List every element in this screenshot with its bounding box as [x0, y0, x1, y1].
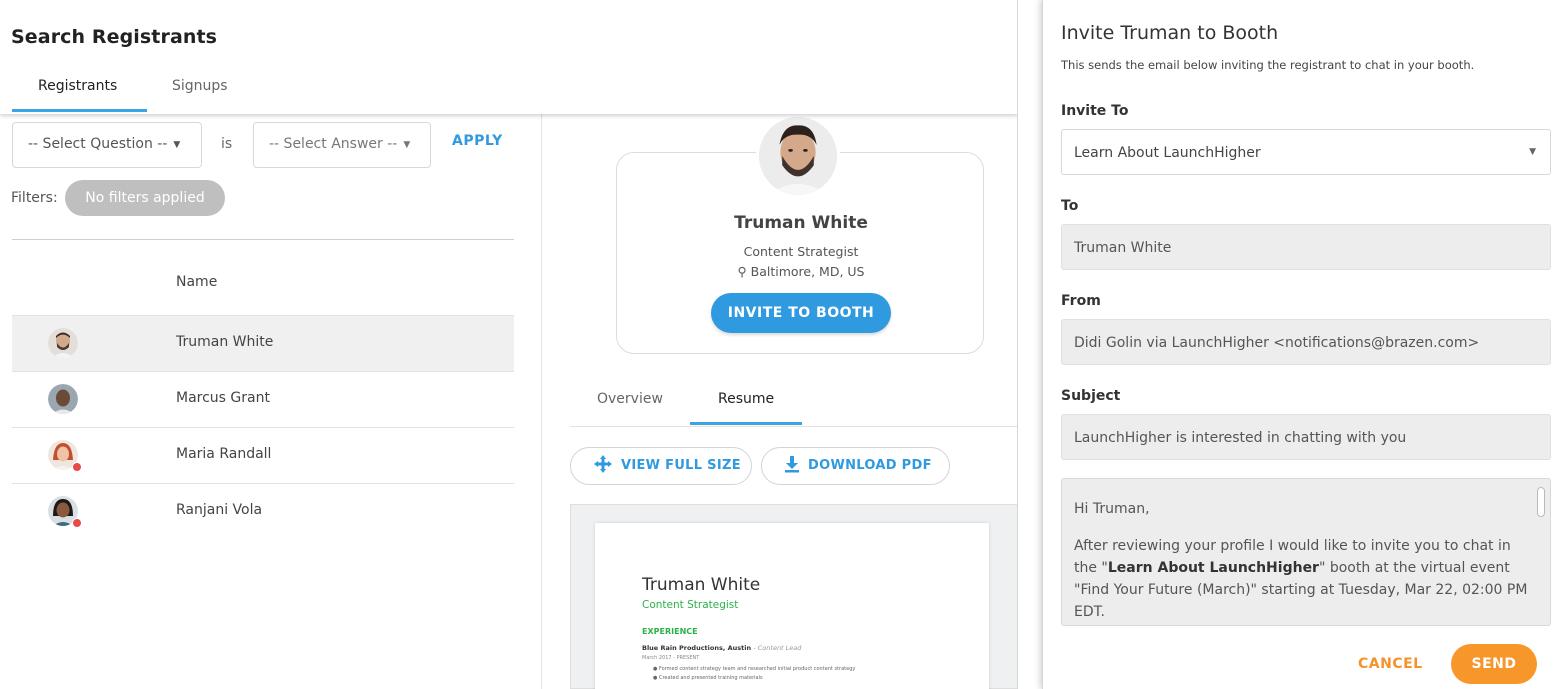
chevron-down-icon: ▼ [1529, 147, 1536, 157]
invite-to-select[interactable]: Learn About LaunchHigher ▼ [1061, 129, 1551, 175]
view-full-size-label: VIEW FULL SIZE [621, 458, 741, 473]
subject-field: LaunchHigher is interested in chatting w… [1061, 414, 1551, 460]
download-pdf-label: DOWNLOAD PDF [808, 458, 932, 473]
message-greeting: Hi Truman, [1074, 501, 1150, 517]
resume-name: Truman White [642, 575, 761, 595]
filters-label: Filters: [11, 190, 58, 206]
registrant-name: Marcus Grant [176, 390, 270, 406]
resume-job-role: - Content Lead [753, 644, 802, 652]
status-busy-icon [72, 518, 82, 528]
active-tab-indicator [690, 422, 802, 425]
invite-dialog: Invite Truman to Booth This sends the em… [1042, 0, 1566, 689]
resume-job-dates: March 2017 - PRESENT [642, 655, 700, 661]
filter-chip: No filters applied [65, 180, 225, 216]
table-row[interactable]: Ranjani Vola [12, 483, 514, 539]
view-full-size-button[interactable]: VIEW FULL SIZE [570, 447, 752, 485]
invite-to-label: Invite To [1061, 103, 1129, 119]
chevron-down-icon: ▼ [173, 140, 181, 150]
invite-to-value: Learn About LaunchHigher [1074, 145, 1261, 161]
apply-button[interactable]: APPLY [452, 133, 503, 149]
resume-job-company: Blue Rain Productions, Austin [642, 644, 752, 652]
status-busy-icon [72, 462, 82, 472]
header: Search Registrants Registrants Signups [0, 0, 1017, 114]
resume-role: Content Strategist [642, 599, 739, 611]
registrant-list-pane: -- Select Question -- ▼ is -- Select Answ… [0, 114, 542, 689]
resume-bullet-text: Created and presented training materials [658, 675, 763, 681]
answer-select-value: -- Select Answer -- [269, 136, 398, 152]
answer-select[interactable]: -- Select Answer -- ▼ [253, 122, 431, 168]
operator-label: is [221, 136, 233, 152]
tab-registrants[interactable]: Registrants [38, 78, 117, 94]
profile-avatar [756, 114, 840, 198]
download-icon [785, 456, 799, 473]
column-header-name: Name [176, 274, 218, 290]
divider [12, 239, 514, 240]
download-pdf-button[interactable]: DOWNLOAD PDF [761, 447, 950, 485]
question-select-value: -- Select Question -- [28, 136, 168, 152]
avatar [48, 328, 78, 358]
profile-location: ⚲ Baltimore, MD, US [617, 264, 985, 279]
scrollbar[interactable] [1537, 487, 1545, 517]
resume-job: Blue Rain Productions, Austin - Content … [642, 644, 801, 652]
to-field: Truman White [1061, 224, 1551, 270]
dialog-title: Invite Truman to Booth [1061, 22, 1279, 44]
message-body: After reviewing your profile I would lik… [1074, 535, 1534, 623]
cancel-button[interactable]: CANCEL [1358, 656, 1423, 672]
registrant-detail-pane: Truman White Content Strategist ⚲ Baltim… [543, 114, 1017, 689]
to-label: To [1061, 198, 1079, 214]
resume-page: Truman White Content Strategist EXPERIEN… [595, 523, 989, 689]
search-registrants-window: Search Registrants Registrants Signups -… [0, 0, 1018, 689]
message-booth-name: Learn About LaunchHigher [1107, 560, 1319, 576]
subject-label: Subject [1061, 388, 1121, 404]
table-row[interactable]: Marcus Grant [12, 371, 514, 427]
send-button[interactable]: SEND [1451, 644, 1537, 684]
resume-section-heading: EXPERIENCE [642, 627, 698, 636]
registrant-name: Maria Randall [176, 446, 272, 462]
resume-preview: Truman White Content Strategist EXPERIEN… [570, 504, 1017, 689]
avatar [48, 384, 78, 414]
tab-signups[interactable]: Signups [172, 78, 228, 94]
divider [570, 426, 1017, 427]
tab-overview[interactable]: Overview [597, 391, 663, 407]
active-tab-indicator [12, 109, 147, 112]
invite-to-booth-button[interactable]: INVITE TO BOOTH [711, 293, 891, 333]
tab-resume[interactable]: Resume [718, 391, 774, 407]
from-field: Didi Golin via LaunchHigher <notificatio… [1061, 319, 1551, 365]
resume-bullet: ● Formed content strategy team and resea… [653, 666, 856, 672]
message-textarea[interactable]: Hi Truman, After reviewing your profile … [1061, 478, 1551, 626]
registrant-name: Truman White [176, 334, 274, 350]
table-row[interactable]: Maria Randall [12, 427, 514, 483]
resume-bullet: ● Created and presented training materia… [653, 675, 763, 681]
table-row[interactable]: Truman White [12, 315, 514, 371]
profile-title: Content Strategist [743, 244, 859, 259]
question-select[interactable]: -- Select Question -- ▼ [12, 122, 202, 168]
window-gap [1018, 0, 1042, 689]
chevron-down-icon: ▼ [403, 140, 411, 150]
location-pin-icon: ⚲ [737, 264, 747, 279]
profile-name: Truman White [734, 213, 868, 233]
from-label: From [1061, 293, 1101, 309]
dialog-subtitle: This sends the email below inviting the … [1061, 58, 1475, 72]
page-title: Search Registrants [11, 26, 218, 48]
resume-bullet-text: Formed content strategy team and researc… [658, 666, 856, 672]
expand-arrows-icon [594, 455, 612, 473]
profile-location-text: Baltimore, MD, US [750, 264, 865, 279]
registrant-name: Ranjani Vola [176, 502, 263, 518]
